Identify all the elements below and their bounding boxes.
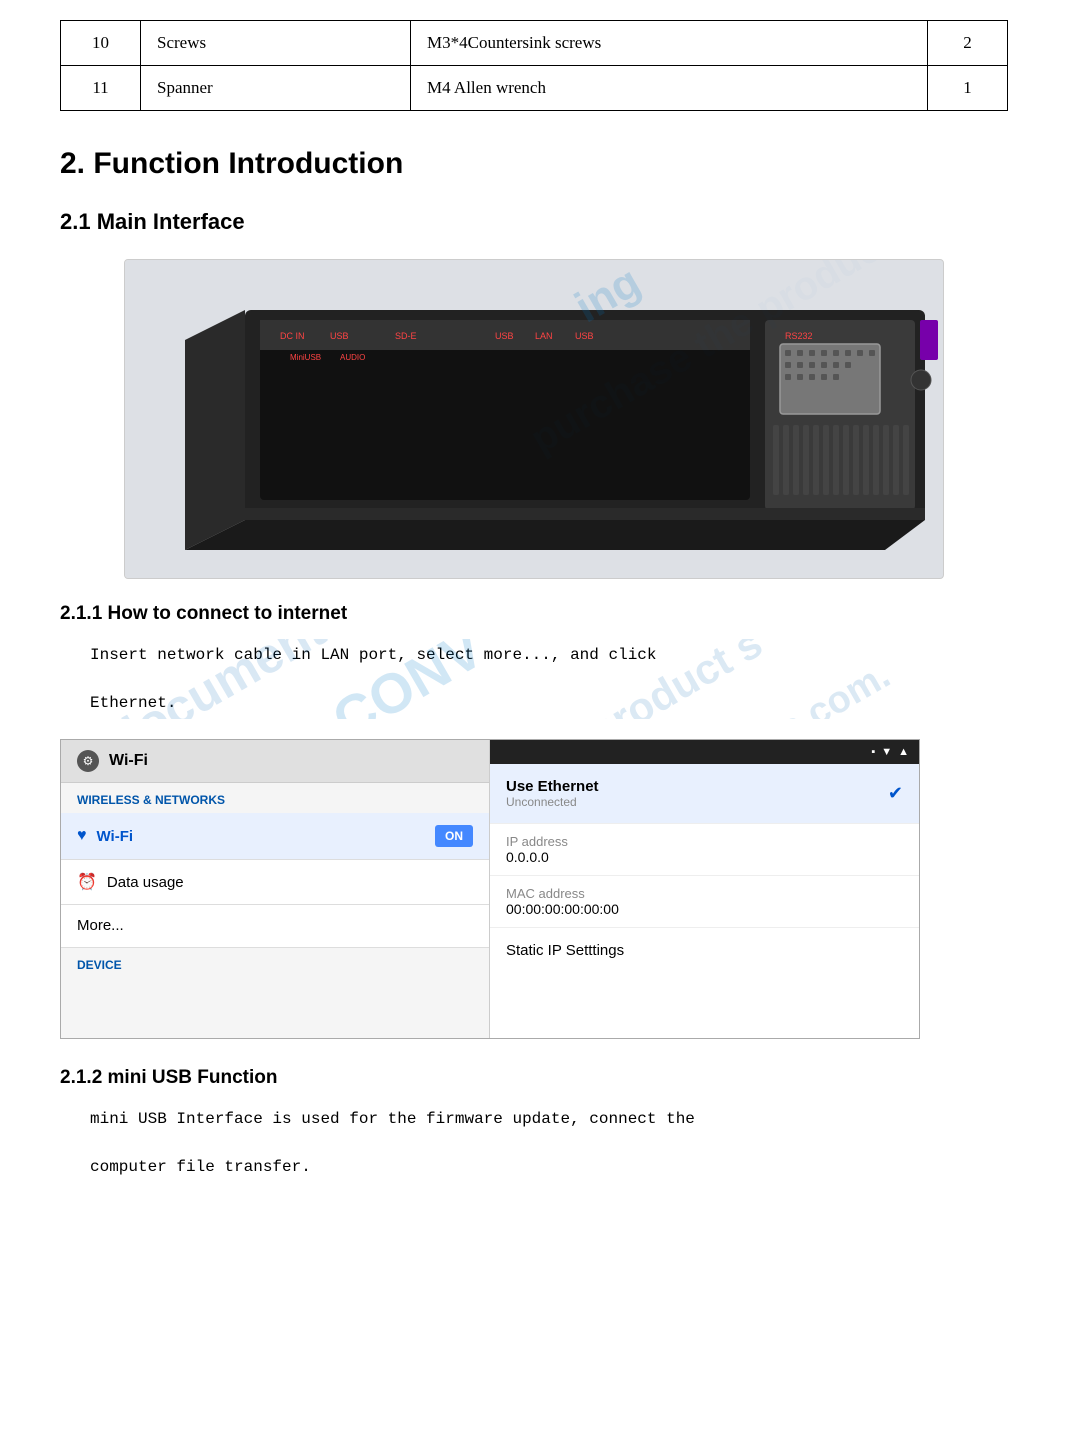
svg-text:AUDIO: AUDIO [340, 353, 365, 362]
row-11-desc: M4 Allen wrench [411, 66, 928, 111]
wifi-toggle[interactable]: ON [435, 825, 473, 847]
section-212-body-line1: mini USB Interface is used for the firmw… [90, 1103, 978, 1135]
signal-icon: ▼ [881, 746, 892, 758]
ethernet-panel: ▪ ▼ ▲ Use Ethernet Unconnected ✔ IP addr… [490, 740, 919, 1038]
ip-address-item: IP address 0.0.0.0 [490, 824, 919, 876]
row-10-qty: 2 [928, 21, 1008, 66]
row-11-qty: 1 [928, 66, 1008, 111]
svg-text:USB: USB [575, 331, 594, 341]
static-ip-label: Static IP Setttings [506, 942, 624, 959]
ip-address-label: IP address [506, 834, 903, 849]
mac-address-label: MAC address [506, 886, 903, 901]
row-10-number: 10 [61, 21, 141, 66]
static-ip-item[interactable]: Static IP Setttings [490, 928, 919, 974]
parts-table: 10 Screws M3*4Countersink screws 2 11 Sp… [60, 20, 1008, 111]
row-11-number: 11 [61, 66, 141, 111]
section-211-body-line1: Insert network cable in LAN port, select… [90, 639, 978, 671]
section-212-heading: 2.1.2 mini USB Function [60, 1067, 1008, 1089]
wifi-status-icon: ▲ [898, 746, 909, 758]
gear-icon: ⚙ [77, 750, 99, 772]
wifi-label: Wi-Fi [97, 828, 134, 845]
more-label: More... [77, 917, 124, 934]
unconnected-label: Unconnected [506, 795, 599, 809]
row-10-desc: M3*4Countersink screws [411, 21, 928, 66]
section-211-body-line2: Ethernet. [90, 687, 978, 719]
row-11-name: Spanner [141, 66, 411, 111]
data-usage-item: ⏰ Data usage [61, 860, 489, 905]
svg-text:MiniUSB: MiniUSB [290, 353, 321, 362]
wifi-signal-icon: ♥ [77, 827, 87, 845]
svg-text:USB: USB [495, 331, 514, 341]
section-2-heading: 2. Function Introduction [60, 147, 1008, 181]
svg-text:USB: USB [330, 331, 349, 341]
mac-address-item: MAC address 00:00:00:00:00:00 [490, 876, 919, 928]
wifi-title: Wi-Fi [109, 752, 148, 770]
section-21-heading: 2.1 Main Interface [60, 209, 1008, 235]
svg-text:RS232: RS232 [785, 331, 813, 341]
wifi-item: ♥ Wi-Fi ON [61, 813, 489, 860]
more-item[interactable]: More... [61, 905, 489, 948]
svg-text:SD-E: SD-E [395, 331, 417, 341]
status-bar: ▪ ▼ ▲ [490, 740, 919, 764]
row-10-name: Screws [141, 21, 411, 66]
ethernet-item[interactable]: Use Ethernet Unconnected ✔ [490, 764, 919, 824]
svg-text:DC IN: DC IN [280, 331, 305, 341]
check-icon: ✔ [888, 783, 903, 804]
wifi-panel: ⚙ Wi-Fi WIRELESS & NETWORKS ♥ Wi-Fi ON ⏰… [61, 740, 490, 1038]
clock-icon: ⏰ [77, 872, 97, 892]
device-section-label: DEVICE [61, 948, 489, 978]
wifi-header: ⚙ Wi-Fi [61, 740, 489, 783]
settings-screenshot: ⚙ Wi-Fi WIRELESS & NETWORKS ♥ Wi-Fi ON ⏰… [60, 739, 920, 1039]
device-image: DC IN USB SD-E USB LAN USB MiniUSB AUDIO… [124, 259, 944, 579]
wireless-section-label: WIRELESS & NETWORKS [61, 783, 489, 813]
section-212-body-line2: computer file transfer. [90, 1151, 978, 1183]
data-usage-label: Data usage [107, 874, 184, 891]
table-row-11: 11 Spanner M4 Allen wrench 1 [61, 66, 1008, 111]
ip-address-value: 0.0.0.0 [506, 849, 903, 865]
battery-icon: ▪ [871, 746, 875, 758]
table-row-10: 10 Screws M3*4Countersink screws 2 [61, 21, 1008, 66]
svg-text:LAN: LAN [535, 331, 553, 341]
mac-address-value: 00:00:00:00:00:00 [506, 901, 903, 917]
use-ethernet-label: Use Ethernet [506, 778, 599, 795]
section-211-heading: 2.1.1 How to connect to internet [60, 603, 1008, 625]
